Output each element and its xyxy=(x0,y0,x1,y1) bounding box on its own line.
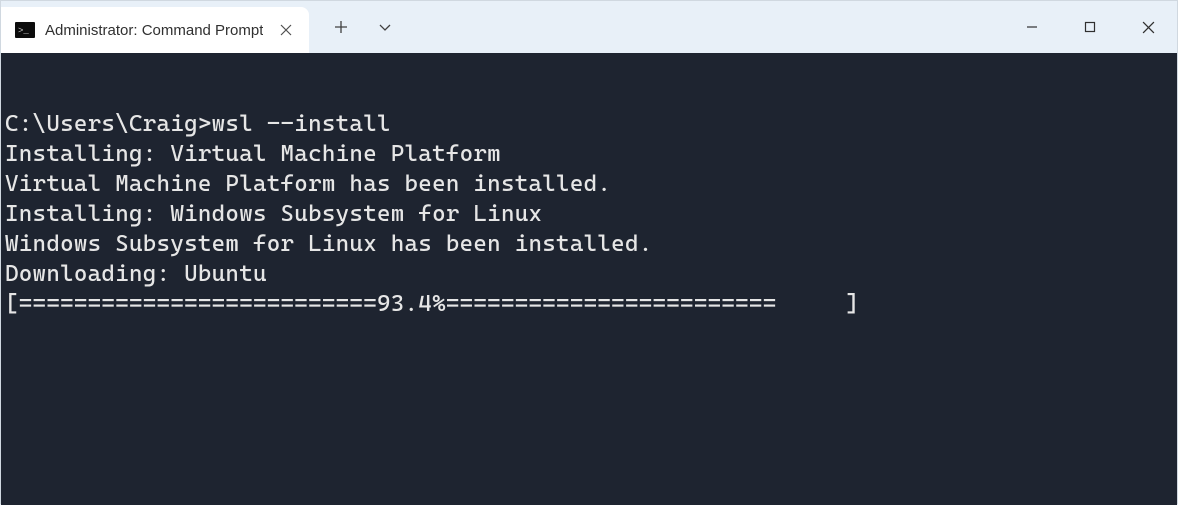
cmd-icon: >_ xyxy=(15,21,35,39)
svg-text:>_: >_ xyxy=(18,26,29,36)
terminal-output: C:\Users\Craig>wsl --install Installing:… xyxy=(5,111,859,317)
minimize-icon xyxy=(1026,21,1038,33)
tabstrip-controls xyxy=(309,1,405,53)
plus-icon xyxy=(334,20,348,34)
chevron-down-icon xyxy=(378,20,392,34)
titlebar: >_ Administrator: Command Prompt xyxy=(1,1,1177,53)
tab-title: Administrator: Command Prompt xyxy=(45,22,263,39)
maximize-button[interactable] xyxy=(1061,1,1119,53)
maximize-icon xyxy=(1084,21,1096,33)
tab-dropdown-button[interactable] xyxy=(365,7,405,47)
terminal-viewport[interactable]: C:\Users\Craig>wsl --install Installing:… xyxy=(1,53,1177,505)
close-icon xyxy=(280,24,292,36)
close-icon xyxy=(1142,21,1155,34)
close-window-button[interactable] xyxy=(1119,1,1177,53)
tab-command-prompt[interactable]: >_ Administrator: Command Prompt xyxy=(1,7,309,53)
new-tab-button[interactable] xyxy=(321,7,361,47)
tab-close-button[interactable] xyxy=(273,17,299,43)
window-controls xyxy=(1003,1,1177,53)
titlebar-drag-region[interactable] xyxy=(405,1,1003,53)
minimize-button[interactable] xyxy=(1003,1,1061,53)
